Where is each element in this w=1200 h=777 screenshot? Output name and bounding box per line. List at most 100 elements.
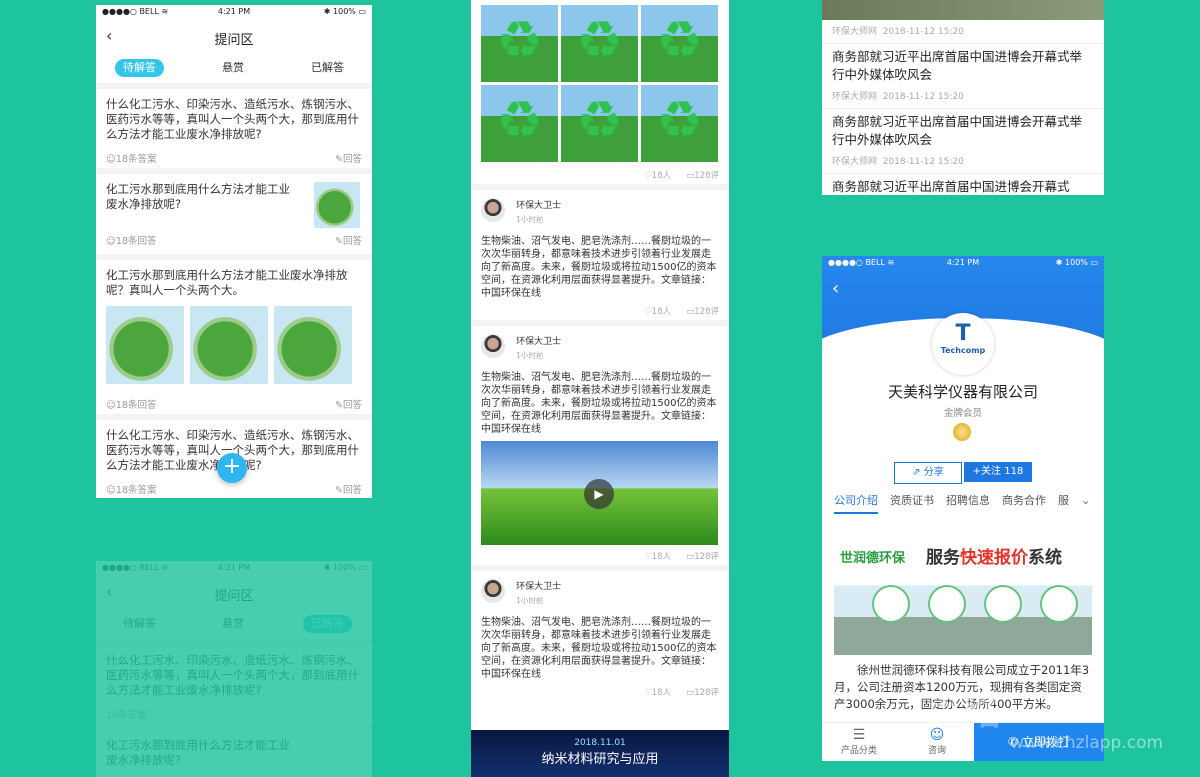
news-meta: 环保大师网 2018-11-12 15:20	[832, 27, 964, 37]
news-meta: 环保大师网 2018-11-12 15:20	[832, 92, 964, 102]
promo-banner[interactable]: 2018.11.01 纳米材料研究与应用	[471, 730, 729, 777]
news-item[interactable]: 商务部就习近平出席首届中国进博会开幕式举行中外媒体吹风会 环保大师网 2018-…	[822, 109, 1104, 174]
post-time: 1小时前	[516, 596, 544, 605]
post-body: 生物柴油、沼气发电、肥皂洗涤剂……餐厨垃圾的一次次华丽转身，都意味着技术进步引领…	[481, 372, 717, 435]
image-row	[106, 306, 362, 388]
company-logo: T Techcomp	[932, 313, 994, 375]
answer-count: ☺18条回答	[106, 400, 157, 411]
news-headline: 商务部就习近平出席首届中国进博会开幕式	[832, 179, 1070, 194]
back-arrow-icon[interactable]: ‹	[832, 278, 839, 299]
feed-post[interactable]: 环保大卫士 1小时前 生物柴油、沼气发电、肥皂洗涤剂……餐厨垃圾的一次次华丽转身，…	[471, 565, 729, 701]
banner-date: 2018.11.01	[574, 738, 626, 748]
service-icon	[1040, 585, 1078, 623]
comments[interactable]: ▭128评	[686, 686, 719, 698]
share-button[interactable]: ⇗ 分享	[894, 462, 962, 484]
comments[interactable]: ▭128评	[686, 550, 719, 562]
member-level: 金牌会员	[943, 408, 982, 419]
author-name[interactable]: 环保大卫士	[516, 579, 561, 592]
nav-bar: ‹ 提问区	[96, 19, 372, 53]
question-image	[274, 306, 352, 384]
tab-jobs[interactable]: 招聘信息	[946, 494, 990, 507]
qa-screen-faded: ●●●●○ BELL ≋ 4:21 PM ✱ 100% ▭ ‹ 提问区 待解答 悬赏 …	[96, 561, 372, 777]
answer-button[interactable]: ✎回答	[335, 233, 362, 247]
question-text: 什么化工污水、印染污水、造纸污水、炼钢污水、医药污水等等，真叫人一个头两个大，那…	[106, 653, 359, 697]
news-item[interactable]: 环保大师网 2018-11-12 15:20	[822, 20, 1104, 44]
feed-post[interactable]: 环保大卫士 1小时前 生物柴油、沼气发电、肥皂洗涤剂……餐厨垃圾的一次次华丽转身，…	[471, 320, 729, 565]
post-time: 1小时前	[516, 215, 544, 224]
image-grid	[471, 0, 729, 164]
post-stats: ♡18人 ▭128评	[471, 681, 729, 701]
answer-button[interactable]: ✎回答	[335, 151, 362, 165]
qa-screen: ●●●●○ BELL ≋ 4:21 PM ✱ 100% ▭ ‹ 提问区 待解答 …	[96, 5, 372, 498]
service-icon	[872, 585, 910, 623]
news-meta: 环保大师网 2018-11-12 15:20	[832, 157, 964, 167]
company-ad-banner[interactable]: 世润德环保 服务快速报价系统	[834, 529, 1092, 655]
watermark-logo: 点略	[925, 689, 1002, 733]
news-image-strip	[822, 0, 1104, 20]
answer-button[interactable]: ✎回答	[335, 397, 362, 411]
avatar[interactable]	[481, 198, 505, 222]
feed-post[interactable]: 环保大卫士 1小时前 生物柴油、沼气发电、肥皂洗涤剂……餐厨垃圾的一次次华丽转身，…	[471, 184, 729, 320]
tab-pending: 待解答	[123, 617, 156, 630]
post-stats: ♡18人 ▭128评	[471, 164, 729, 184]
question-item[interactable]: 化工污水那到底用什么方法才能工业废水净排放呢? ☺18条回答 ✎回答	[96, 168, 372, 254]
tab-answered[interactable]: 已解答	[303, 59, 352, 77]
add-question-button[interactable]: +	[217, 453, 247, 483]
ad-slogan: 服务快速报价系统	[926, 548, 1062, 568]
battery: ✱ 100% ▭	[1055, 258, 1098, 267]
question-text: 化工污水那到底用什么方法才能工业废水净排放呢?	[106, 738, 290, 767]
video-thumbnail[interactable]: ▶	[481, 441, 718, 545]
recycle-image	[641, 85, 718, 162]
company-name: 天美科学仪器有限公司	[887, 383, 1038, 401]
feed-screen: ♡18人 ▭128评 环保大卫士 1小时前 生物柴油、沼气发电、肥皂洗涤剂……餐厨垃…	[471, 0, 729, 777]
author-name[interactable]: 环保大卫士	[516, 198, 561, 211]
tab-certs[interactable]: 资质证书	[890, 494, 934, 507]
service-icon	[928, 585, 966, 623]
question-thumbnail	[314, 182, 360, 228]
answer-count: ☺18条回答	[106, 236, 157, 247]
likes[interactable]: ♡18人	[644, 169, 671, 181]
tab-cooperation[interactable]: 商务合作	[1002, 494, 1046, 507]
tab-pending[interactable]: 待解答	[115, 59, 164, 77]
comments[interactable]: ▭128评	[686, 305, 719, 317]
status-bar: ●●●●○ BELL ≋ 4:21 PM ✱ 100% ▭	[96, 5, 372, 19]
page-title: 提问区	[214, 589, 254, 604]
ad-brand: 世润德环保	[840, 551, 906, 566]
recycle-image	[481, 85, 558, 162]
comments[interactable]: ▭128评	[686, 169, 719, 181]
news-headline: 商务部就习近平出席首届中国进博会开幕式举行中外媒体吹风会	[832, 114, 1083, 147]
follow-button[interactable]: +关注 118	[964, 462, 1032, 482]
answer-count: ☺18条答案	[106, 485, 157, 496]
question-text: 化工污水那到底用什么方法才能工业废水净排放呢?	[106, 182, 290, 211]
likes[interactable]: ♡18人	[644, 305, 671, 317]
recycle-image	[481, 5, 558, 82]
question-image	[106, 306, 184, 384]
question-image	[190, 306, 268, 384]
news-item[interactable]: 商务部就习近平出席首届中国进博会开幕式	[822, 174, 1104, 195]
tab-answered: 已解答	[303, 615, 352, 633]
tab-more[interactable]: 服	[1058, 494, 1069, 507]
avatar[interactable]	[481, 334, 505, 358]
chevron-down-icon[interactable]: ⌄	[1081, 494, 1090, 507]
news-item[interactable]: 商务部就习近平出席首届中国进博会开幕式举行中外媒体吹风会 环保大师网 2018-…	[822, 44, 1104, 109]
answer-count: 18条答案	[106, 710, 147, 721]
post-body: 生物柴油、沼气发电、肥皂洗涤剂……餐厨垃圾的一次次华丽转身，都意味着技术进步引领…	[481, 236, 717, 299]
tab-intro[interactable]: 公司介绍	[834, 494, 878, 514]
post-stats: ♡18人 ▭128评	[471, 300, 729, 320]
likes[interactable]: ♡18人	[644, 686, 671, 698]
tab-bounty[interactable]: 悬赏	[214, 59, 252, 77]
author-name[interactable]: 环保大卫士	[516, 334, 561, 347]
play-icon[interactable]: ▶	[584, 479, 614, 509]
answer-button[interactable]: ✎回答	[335, 482, 362, 496]
post-body: 生物柴油、沼气发电、肥皂洗涤剂……餐厨垃圾的一次次华丽转身，都意味着技术进步引领…	[481, 617, 717, 680]
avatar[interactable]	[481, 579, 505, 603]
question-item[interactable]: 化工污水那到底用什么方法才能工业废水净排放呢？真叫人一个头两个大。 ☺18条回答…	[96, 254, 372, 414]
question-text: 化工污水那到底用什么方法才能工业废水净排放呢？真叫人一个头两个大。	[106, 268, 348, 297]
banner-title: 纳米材料研究与应用	[541, 752, 659, 767]
question-text: 什么化工污水、印染污水、造纸污水、炼钢污水、医药污水等等，真叫人一个头两个大，那…	[106, 97, 359, 141]
battery: ✱ 100% ▭	[323, 7, 366, 16]
category-button[interactable]: ☰ 产品分类	[834, 727, 884, 756]
post-stats: ♡18人 ▭128评	[471, 545, 729, 565]
question-item[interactable]: 什么化工污水、印染污水、造纸污水、炼钢污水、医药污水等等，真叫人一个头两个大，那…	[96, 83, 372, 168]
likes[interactable]: ♡18人	[644, 550, 671, 562]
